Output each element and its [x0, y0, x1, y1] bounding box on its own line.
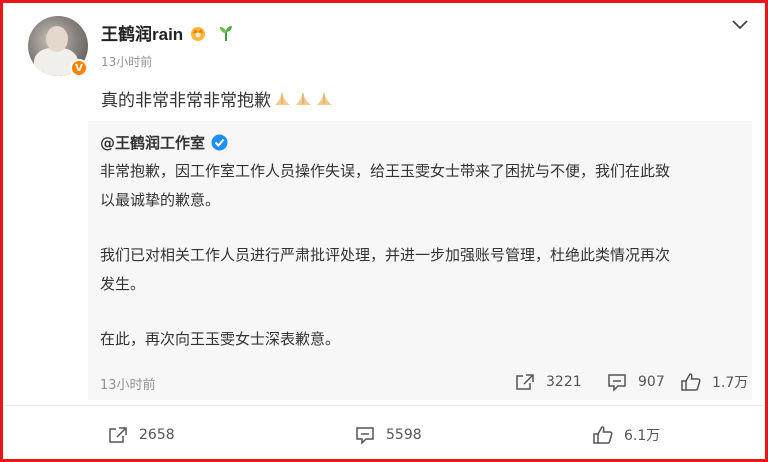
- repost-comment-button[interactable]: 907: [606, 372, 665, 392]
- share-icon: [109, 427, 127, 443]
- comment-icon: [608, 374, 626, 392]
- folded-hands-icon: [275, 92, 290, 105]
- repost-like-count: 1.7万: [712, 375, 749, 391]
- orange-verified-icon: V: [70, 59, 88, 77]
- repost-user: @王鹤润工作室: [100, 132, 228, 153]
- footer-repost-button[interactable]: 2658: [107, 425, 175, 445]
- repost-comment-count: 907: [638, 374, 665, 390]
- footer-comment-count: 5598: [386, 427, 422, 443]
- repost-paragraph: 我们已对相关工作人员进行严肃批评处理，并进一步加强账号管理，杜绝此类情况再次: [100, 246, 671, 264]
- folded-hands-icon: [296, 92, 311, 105]
- footer-repost-count: 2658: [139, 427, 175, 443]
- footer-like-button[interactable]: 6.1万: [592, 425, 660, 445]
- repost-username[interactable]: @王鹤润工作室: [100, 132, 205, 153]
- repost-paragraph: 在此，再次向王玉雯女士深表歉意。: [100, 330, 341, 348]
- blue-verified-icon: [211, 134, 228, 151]
- post-text: 真的非常非常非常抱歉: [101, 91, 271, 111]
- repost-like-button[interactable]: 1.7万: [680, 372, 748, 392]
- folded-hands-icon: [317, 92, 332, 105]
- repost-paragraph: 非常抱歉，因工作室工作人员操作失误，给王玉雯女士带来了困扰与不便，我们在此致: [100, 162, 671, 180]
- sprout-badge-icon[interactable]: [217, 24, 235, 42]
- repost-paragraph: 以最诚挚的歉意。: [100, 191, 221, 209]
- thumbs-up-icon: [593, 426, 613, 444]
- post-header-user: 王鹤润rain: [101, 20, 235, 45]
- repost-repost-count: 3221: [546, 374, 582, 390]
- post-text-row: 真的非常非常非常抱歉: [101, 86, 334, 111]
- divider: [3, 405, 765, 406]
- footer-like-count: 6.1万: [624, 428, 661, 444]
- comment-icon: [356, 427, 374, 445]
- repost-repost-button[interactable]: 3221: [514, 372, 582, 392]
- share-icon: [516, 374, 534, 390]
- thumbs-up-icon: [681, 373, 701, 391]
- avatar-figure-face: [46, 26, 68, 52]
- chevron-down-icon[interactable]: [731, 18, 749, 32]
- post-time[interactable]: 13小时前: [101, 53, 152, 70]
- username[interactable]: 王鹤润rain: [101, 20, 183, 45]
- repost-time[interactable]: 13小时前: [100, 374, 156, 393]
- repost-paragraph: 发生。: [100, 275, 146, 293]
- footer-comment-button[interactable]: 5598: [354, 425, 422, 445]
- crown-badge-icon[interactable]: [189, 24, 207, 42]
